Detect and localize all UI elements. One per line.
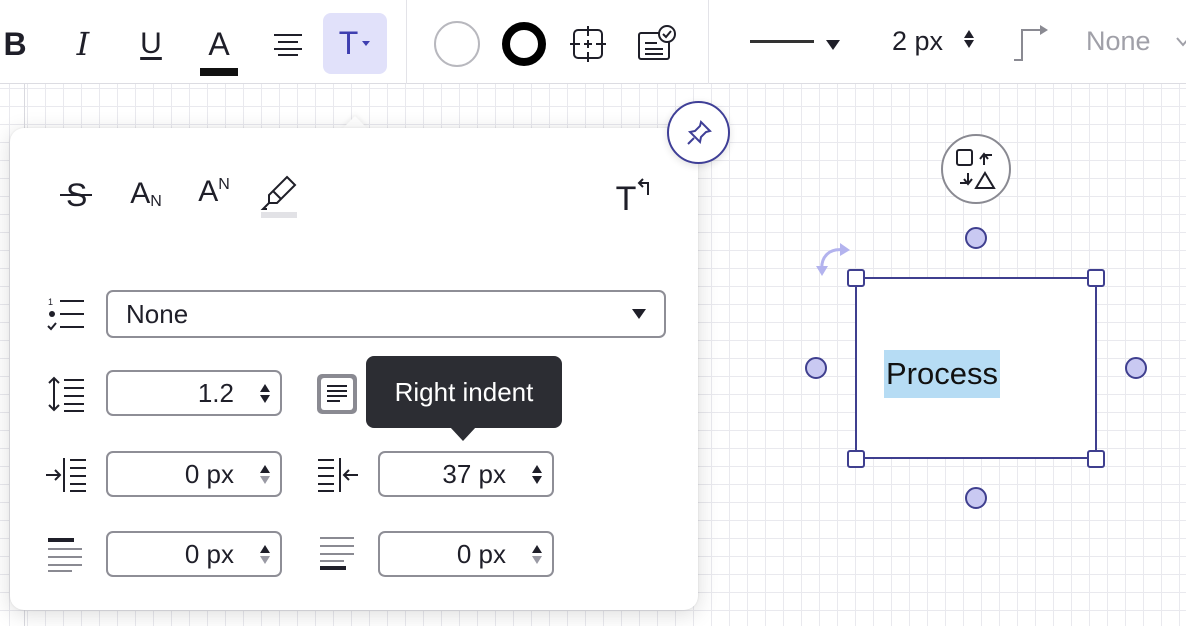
space-after-stepper[interactable] (522, 544, 552, 564)
space-before-stepper[interactable] (250, 544, 280, 564)
decrement-icon (532, 555, 542, 564)
left-indent-field[interactable]: 0 px (106, 451, 282, 497)
chevron-down-icon (826, 40, 840, 50)
end-arrow-value[interactable]: None (1086, 26, 1151, 57)
end-arrow-dropdown[interactable] (1176, 34, 1186, 52)
strikethrough-button[interactable]: S (58, 174, 94, 212)
connection-point[interactable] (805, 357, 827, 379)
right-indent-field[interactable]: 37 px (378, 451, 554, 497)
shape-text[interactable]: Process (884, 350, 1000, 398)
connection-point[interactable] (965, 487, 987, 509)
crosshair-square-icon (570, 26, 606, 62)
font-color-button[interactable]: A (196, 14, 242, 74)
align-left-icon (327, 385, 347, 402)
highlighter-icon (260, 175, 297, 218)
increment-icon (532, 464, 542, 473)
list-style-value: None (126, 298, 189, 329)
align-center-icon (274, 34, 302, 56)
right-indent-stepper[interactable] (522, 464, 552, 484)
subscript-mark: N (150, 193, 162, 210)
resize-handle[interactable] (847, 450, 865, 468)
toolbar-divider (406, 0, 407, 84)
space-before-value: 0 px (184, 538, 234, 569)
resize-handle[interactable] (1087, 450, 1105, 468)
chevron-down-icon (362, 40, 371, 46)
space-before-field[interactable]: 0 px (106, 531, 282, 577)
text-align-button[interactable] (264, 14, 312, 74)
decrement-icon (532, 475, 542, 484)
underline-button[interactable]: U (128, 14, 174, 74)
line-spacing-field[interactable]: 1.2 (106, 370, 282, 416)
left-indent-icon (44, 456, 88, 494)
form-check-icon (638, 25, 676, 60)
increment-icon (260, 544, 270, 553)
space-before-icon (46, 536, 84, 572)
line-type-button[interactable] (1012, 22, 1050, 67)
rotate-icon (816, 243, 850, 276)
text-options-button[interactable]: T (323, 13, 387, 74)
resize-handle[interactable] (1087, 269, 1105, 287)
fill-color-button[interactable] (432, 14, 482, 74)
shadow-button[interactable] (568, 14, 608, 74)
subscript-letter: A (130, 177, 151, 210)
chevron-down-icon (1176, 37, 1186, 47)
font-color-swatch (200, 68, 238, 76)
pin-panel-button[interactable] (667, 101, 730, 164)
chevron-down-icon (632, 309, 646, 319)
format-toolbar: B I U A T 2 px None (0, 0, 1186, 84)
stroke-color-button[interactable] (500, 14, 548, 74)
increment-icon (964, 30, 974, 38)
left-indent-value: 0 px (184, 458, 234, 489)
paragraph-align-button[interactable] (317, 374, 357, 414)
space-after-field[interactable]: 0 px (378, 531, 554, 577)
highlight-button[interactable] (259, 174, 299, 220)
connection-point[interactable] (965, 227, 987, 249)
decrement-icon (260, 475, 270, 484)
italic-button[interactable]: I (60, 14, 106, 74)
clear-formatting-button[interactable]: T (612, 170, 656, 218)
increment-icon (532, 544, 542, 553)
increment-icon (260, 464, 270, 473)
bold-button[interactable]: B (0, 14, 30, 74)
subscript-button[interactable]: A N (124, 174, 168, 214)
superscript-mark: N (218, 176, 230, 193)
toolbar-divider (708, 0, 709, 84)
stroke-width-stepper[interactable] (964, 30, 974, 48)
superscript-button[interactable]: A N (192, 172, 236, 212)
text-options-label: T (338, 25, 359, 61)
line-spacing-stepper[interactable] (250, 383, 280, 403)
fill-color-icon (434, 21, 480, 67)
shape-swap-icon (956, 149, 996, 189)
stroke-width-value[interactable]: 2 px (892, 26, 943, 57)
connection-point[interactable] (1125, 357, 1147, 379)
line-style-dropdown[interactable] (826, 37, 840, 55)
stroke-color-icon (502, 22, 546, 66)
decrement-icon (260, 555, 270, 564)
clear-formatting-label: T (615, 179, 637, 218)
line-spacing-icon (46, 374, 86, 414)
list-style-select[interactable]: None (106, 290, 666, 338)
tooltip-pointer (450, 427, 476, 441)
space-after-value: 0 px (456, 538, 506, 569)
right-indent-value: 37 px (442, 458, 506, 489)
data-linking-button[interactable] (636, 14, 678, 74)
right-indent-icon (316, 456, 360, 494)
line-style-icon[interactable] (750, 40, 814, 43)
elbow-line-icon (1014, 25, 1048, 61)
list-style-icon: 1 (46, 296, 86, 334)
increment-icon (260, 383, 270, 392)
line-spacing-value: 1.2 (197, 377, 234, 408)
pin-icon (686, 119, 712, 145)
rotate-handle[interactable] (812, 238, 854, 281)
right-indent-tooltip: Right indent (366, 356, 562, 428)
space-after-icon (318, 536, 356, 572)
svg-text:1: 1 (48, 297, 53, 307)
decrement-icon (260, 394, 270, 403)
left-indent-stepper[interactable] (250, 464, 280, 484)
strikethrough-icon: S (60, 177, 92, 212)
decrement-icon (964, 40, 974, 48)
shape-swap-button[interactable] (941, 134, 1011, 204)
undo-arrow-icon (637, 178, 650, 195)
superscript-letter: A (198, 175, 219, 208)
